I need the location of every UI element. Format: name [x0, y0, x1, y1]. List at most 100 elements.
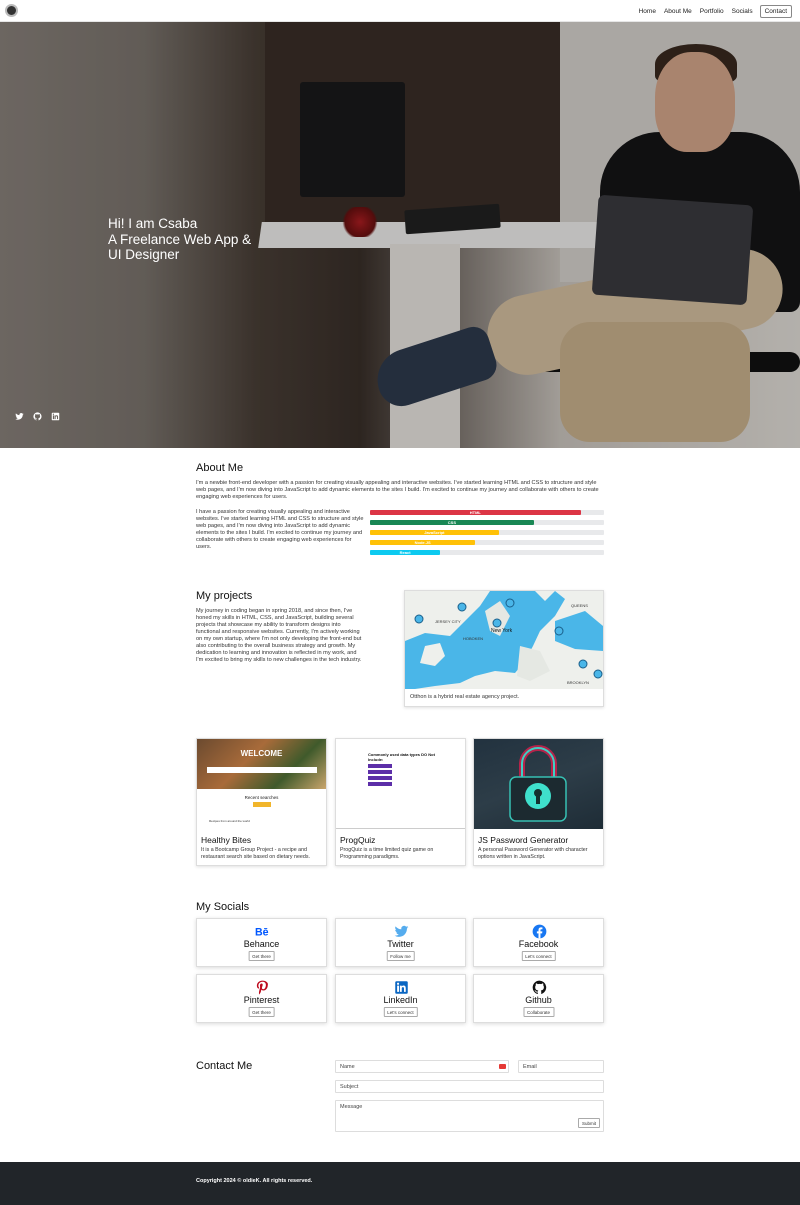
hero-line-1: Hi! I am Csaba — [108, 216, 198, 231]
skill-bar-css: CSS — [370, 520, 604, 525]
project-desc-healthy-bites: It is a Bootcamp Group Project - a recip… — [201, 847, 310, 860]
name-input[interactable]: Name — [335, 1060, 509, 1073]
subject-input[interactable]: Subject — [335, 1080, 604, 1093]
project-title-password-generator: JS Password Generator — [478, 835, 569, 845]
github-icon[interactable] — [33, 408, 42, 421]
nav-home[interactable]: Home — [638, 8, 657, 15]
project-card-password-generator[interactable]: JS Password Generator A personal Passwor… — [473, 738, 604, 866]
linkedin-icon[interactable] — [51, 408, 60, 421]
project-title-healthy-bites: Healthy Bites — [201, 835, 252, 845]
facebook-button[interactable]: Let's connect — [521, 951, 556, 961]
project-title-progquiz: ProgQuiz — [340, 835, 376, 845]
password-generator-thumbnail — [474, 739, 603, 829]
facebook-icon — [532, 924, 547, 939]
social-card-pinterest: Pinterest Get there — [196, 974, 327, 1023]
github-icon — [532, 980, 547, 995]
skill-fill-javascript: JavaScript — [370, 530, 499, 535]
thumb-recent-searches: Recent searches — [244, 795, 279, 800]
skill-fill-react: React — [370, 550, 441, 555]
map-label-brooklyn: BROOKLYN — [567, 680, 589, 685]
linkedin-icon — [395, 981, 408, 994]
hero-section: Hi! I am Csaba A Freelance Web App & UI … — [0, 22, 800, 448]
map-label-hoboken: HOBOKEN — [463, 636, 484, 641]
hero-heading: Hi! I am Csaba A Freelance Web App & UI … — [108, 216, 251, 263]
projects-body: My journey in coding began in spring 201… — [196, 608, 362, 663]
message-textarea[interactable]: Message — [335, 1100, 604, 1132]
nav-links: Home About Me Portfolio Socials Contact — [638, 0, 792, 22]
gear-logo-icon[interactable] — [5, 4, 18, 17]
nav-contact-button[interactable]: Contact — [759, 4, 792, 18]
socials-title: My Socials — [196, 901, 250, 913]
welcome-text: WELCOME — [240, 749, 283, 758]
social-name-github: Github — [525, 995, 552, 1005]
social-card-twitter: Twitter Follow me — [335, 918, 466, 967]
projects-title: My projects — [196, 590, 253, 602]
pinterest-button[interactable]: Get there — [248, 1007, 275, 1017]
map-label-queens: QUEENS — [571, 603, 588, 608]
quiz-option-1 — [368, 764, 392, 768]
project-card-progquiz[interactable]: Commonly used data types DO Not Include:… — [335, 738, 466, 866]
about-intro: I'm a newbie front-end developer with a … — [196, 480, 599, 500]
thumb-button — [253, 802, 271, 807]
pinterest-icon — [256, 980, 268, 995]
quiz-option-3 — [368, 776, 392, 780]
skill-bar-javascript: JavaScript — [370, 530, 604, 535]
skill-label-html: HTML — [469, 510, 481, 515]
skill-bar-react: React — [370, 550, 604, 555]
quiz-option-2 — [368, 770, 392, 774]
twitter-button[interactable]: Follow me — [386, 951, 415, 961]
project-desc-password-generator: A personal Password Generator with chara… — [478, 847, 588, 860]
social-name-pinterest: Pinterest — [243, 995, 280, 1005]
otthon-project-card[interactable]: JERSEY CITY New York BROOKLYN HOBOKEN QU… — [404, 590, 604, 707]
progquiz-thumbnail: Commonly used data types DO Not Include: — [336, 739, 465, 829]
skill-label-nodejs: Node.JS — [414, 540, 431, 545]
skill-label-javascript: JavaScript — [424, 530, 445, 535]
nav-socials[interactable]: Socials — [731, 8, 754, 15]
thumb-search-bar — [207, 767, 317, 773]
project-card-healthy-bites[interactable]: WELCOME Recent searches Recipes from aro… — [196, 738, 327, 866]
social-card-linkedin: LinkedIn Let's connect — [335, 974, 466, 1023]
twitter-icon — [394, 925, 409, 937]
contact-title: Contact Me — [196, 1060, 253, 1072]
healthy-bites-thumbnail: WELCOME Recent searches Recipes from aro… — [197, 739, 326, 829]
food-banner — [197, 739, 326, 789]
behance-button[interactable]: Get there — [248, 951, 275, 961]
social-card-facebook: Facebook Let's connect — [473, 918, 604, 967]
github-button[interactable]: Collaborate — [522, 1007, 555, 1017]
social-name-facebook: Facebook — [518, 939, 559, 949]
map-label-new-york: New York — [491, 628, 513, 634]
padlock-icon — [509, 745, 567, 822]
skill-bar-nodejs: Node.JS — [370, 540, 604, 545]
submit-button[interactable]: Submit — [578, 1118, 601, 1128]
quiz-option-4 — [368, 782, 392, 786]
map-image: JERSEY CITY New York BROOKLYN HOBOKEN QU… — [405, 591, 603, 689]
footer-copyright: Copyright 2024 © oldieK. All rights rese… — [196, 1178, 313, 1184]
nav-portfolio[interactable]: Portfolio — [699, 8, 725, 15]
behance-icon: Bē — [255, 926, 269, 938]
thumb-recipes-text: Recipes from around the world — [209, 819, 250, 823]
about-body: I have a passion for creating visually a… — [196, 509, 364, 550]
social-card-behance: Bē Behance Get there — [196, 918, 327, 967]
skill-bar-html: HTML — [370, 510, 604, 515]
hero-social-links — [15, 408, 60, 421]
skill-label-react: React — [399, 550, 411, 555]
social-name-behance: Behance — [243, 939, 280, 949]
hero-line-2: A Freelance Web App & — [108, 231, 252, 247]
skill-label-css: CSS — [447, 520, 457, 525]
hero-line-3: UI Designer — [108, 247, 180, 262]
nav-about[interactable]: About Me — [663, 8, 693, 15]
skill-fill-nodejs: Node.JS — [370, 540, 476, 545]
svg-text:Bē: Bē — [255, 926, 269, 938]
social-name-twitter: Twitter — [387, 939, 414, 949]
linkedin-button[interactable]: Let's connect — [383, 1007, 418, 1017]
social-name-linkedin: LinkedIn — [383, 995, 418, 1005]
navbar: Home About Me Portfolio Socials Contact — [0, 0, 800, 22]
autofill-icon — [499, 1064, 506, 1069]
email-input[interactable]: Email — [518, 1060, 604, 1073]
map-label-jersey-city: JERSEY CITY — [435, 619, 461, 624]
footer: Copyright 2024 © oldieK. All rights rese… — [0, 1162, 800, 1205]
project-desc-progquiz: ProgQuiz is a time limited quiz game on … — [340, 847, 434, 860]
twitter-icon[interactable] — [15, 408, 24, 420]
skill-fill-html: HTML — [370, 510, 581, 515]
map-caption: Otthon is a hybrid real estate agency pr… — [410, 694, 520, 700]
